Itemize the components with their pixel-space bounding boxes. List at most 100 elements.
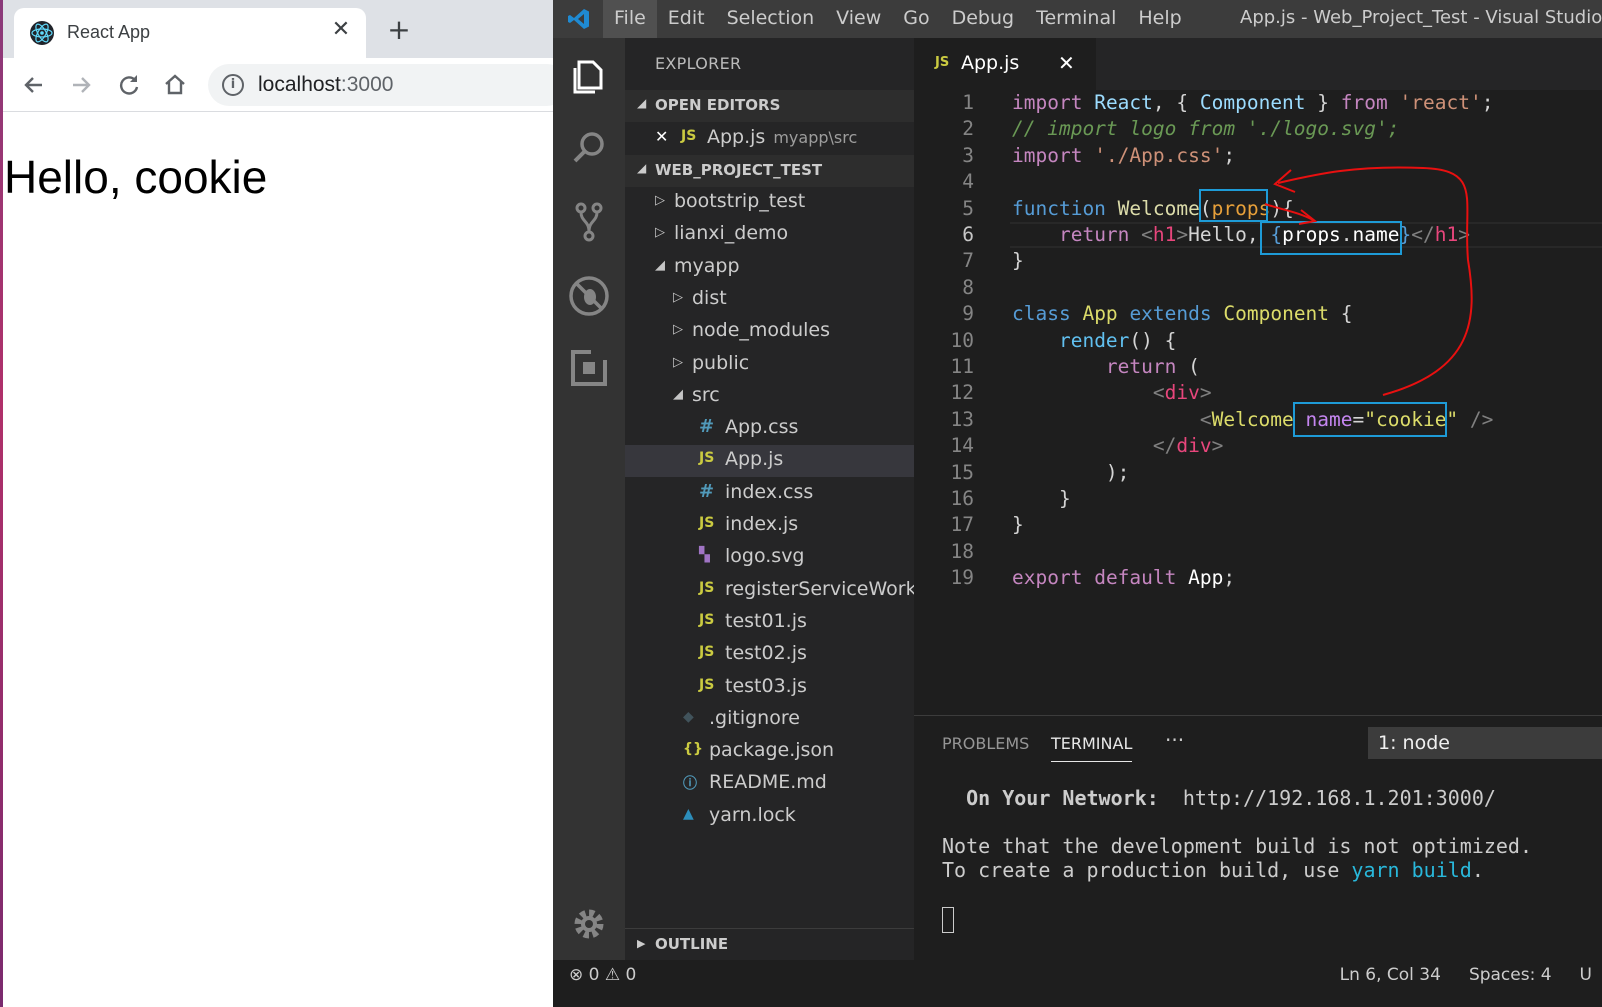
workspace-section[interactable]: ◢ WEB_PROJECT_TEST (625, 155, 914, 187)
line-number: 14 (950, 434, 974, 458)
file--gitignore[interactable]: ◆ .gitignore (625, 704, 914, 736)
code-line-12: <div> (1152, 381, 1212, 405)
explorer-files-icon[interactable] (565, 52, 613, 100)
bottom-panel: PROBLEMS TERMINAL ··· 1: node On Your Ne… (914, 715, 1602, 960)
site-info-icon[interactable]: i (222, 74, 244, 96)
folder-src[interactable]: ◢ src (625, 381, 914, 413)
folder-dist[interactable]: ▷ dist (625, 284, 914, 316)
menu-file[interactable]: File (603, 0, 657, 38)
code-line-9: class App extends Component { (1012, 302, 1353, 326)
folder-closed-icon: ▷ (673, 322, 683, 338)
tab-terminal[interactable]: TERMINAL (1051, 734, 1133, 762)
menu-edit[interactable]: Edit (657, 0, 716, 38)
folder-closed-icon: ▷ (673, 354, 683, 370)
js-file-icon: JS (699, 676, 715, 693)
search-icon[interactable] (565, 124, 613, 172)
line-number: 1 (962, 91, 974, 114)
js-file-icon: JS (699, 579, 715, 596)
explorer-sidebar: EXPLORER ◢ OPEN EDITORS ✕ JS App.js myapp… (625, 38, 914, 960)
menu-help[interactable]: Help (1127, 0, 1192, 38)
collapse-triangle-icon: ◢ (637, 96, 647, 110)
open-editors-section[interactable]: ◢ OPEN EDITORS (625, 90, 914, 122)
js-file-icon: JS (935, 55, 950, 70)
browser-window: React App ✕ + i localhost:3000 Hello, co… (0, 0, 568, 1007)
file-app-js[interactable]: JS App.js (625, 445, 914, 478)
home-icon[interactable] (159, 69, 191, 101)
outline-section[interactable]: ▶ OUTLINE (625, 928, 914, 960)
folder-closed-icon: ▷ (655, 225, 665, 241)
encoding-status[interactable]: U (1580, 965, 1592, 985)
settings-gear-icon[interactable] (565, 900, 613, 948)
line-number: 19 (950, 566, 974, 590)
folder-closed-icon: ▷ (673, 289, 683, 305)
terminal-output[interactable]: On Your Network: http://192.168.1.201:30… (942, 786, 1532, 933)
code-line-10: render() { (1058, 328, 1177, 352)
file-index-css[interactable]: # index.css (625, 478, 914, 510)
forward-arrow-icon[interactable] (65, 69, 97, 101)
indentation-status[interactable]: Spaces: 4 (1469, 965, 1552, 985)
more-actions-icon[interactable]: ··· (1165, 728, 1184, 752)
editor-tab-appjs[interactable]: JS App.js ✕ (914, 38, 1096, 90)
file-test02-js[interactable]: JS test02.js (625, 639, 914, 671)
close-editor-icon[interactable]: ✕ (655, 127, 668, 146)
tab-problems[interactable]: PROBLEMS (942, 734, 1029, 753)
terminal-cursor (942, 906, 954, 933)
address-bar[interactable]: i localhost:3000 (208, 64, 568, 106)
code-line-15: ); (1012, 460, 1130, 484)
reload-icon[interactable] (112, 69, 144, 101)
code-editor[interactable]: JS App.js ✕ 1 2 3 4 5 6 7 8 9 10 11 12 13 14 15 16 17 18 1… (914, 38, 1602, 715)
problems-status[interactable]: ⊗ 0 ⚠ 0 (569, 965, 636, 985)
line-number: 11 (950, 355, 974, 378)
yarn-file-icon: ▲ (683, 805, 694, 822)
js-file-icon: JS (681, 128, 697, 144)
line-number: 6 (962, 223, 974, 246)
menu-terminal[interactable]: Terminal (1025, 0, 1127, 38)
debug-icon[interactable] (565, 272, 613, 320)
menu-view[interactable]: View (825, 0, 892, 38)
folder-public[interactable]: ▷ public (625, 349, 914, 381)
code-area[interactable]: 1 2 3 4 5 6 7 8 9 10 11 12 13 14 15 16 17 18 19 import Rea… (914, 90, 1602, 715)
folder-node-modules[interactable]: ▷ node_modules (625, 316, 914, 348)
folder-bootstrip-test[interactable]: ▷ bootstrip_test (625, 187, 914, 219)
menu-selection[interactable]: Selection (716, 0, 826, 38)
browser-toolbar: i localhost:3000 (0, 58, 568, 112)
status-bar: ⊗ 0 ⚠ 0 Ln 6, Col 34 Spaces: 4 U (553, 960, 1602, 1007)
menu-debug[interactable]: Debug (941, 0, 1025, 38)
browser-tab[interactable]: React App ✕ (14, 8, 366, 58)
folder-open-icon: ◢ (673, 386, 683, 402)
code-line-13: <Welcome name="cookie" /> (1199, 407, 1494, 431)
extensions-icon[interactable] (565, 344, 613, 392)
file-test01-js[interactable]: JS test01.js (625, 607, 914, 639)
back-arrow-icon[interactable] (18, 69, 50, 101)
cursor-position[interactable]: Ln 6, Col 34 (1340, 965, 1441, 985)
open-editor-item[interactable]: ✕ JS App.js myapp\src (625, 123, 914, 155)
line-number: 10 (950, 328, 974, 352)
line-number: 7 (962, 249, 974, 273)
folder-lianxi-demo[interactable]: ▷ lianxi_demo (625, 219, 914, 251)
md-file-icon: ⓘ (683, 776, 697, 793)
js-file-icon: JS (699, 515, 715, 531)
vscode-window: File Edit Selection View Go Debug Terminal Help… (553, 0, 1602, 1007)
file-logo-svg[interactable]: ▚ logo.svg (625, 542, 914, 574)
warning-icon: ⚠ (604, 965, 621, 985)
file-readme-md[interactable]: ⓘ README.md (625, 768, 914, 800)
line-number: 8 (962, 275, 974, 299)
file-index-js[interactable]: JS index.js (625, 510, 914, 542)
file-registerserviceworker-js[interactable]: JSregisterServiceWorker.js (625, 575, 914, 607)
tab-close-icon[interactable]: ✕ (328, 17, 354, 43)
code-line-3: import './App.css'; (1012, 143, 1236, 167)
menu-go[interactable]: Go (892, 0, 940, 38)
folder-myapp[interactable]: ◢ myapp (625, 252, 914, 284)
new-tab-button[interactable]: + (384, 15, 414, 45)
window-edge (0, 0, 3, 1007)
vscode-logo-icon (567, 7, 591, 31)
source-control-icon[interactable] (565, 198, 613, 246)
file-app-css[interactable]: # App.css (625, 413, 914, 445)
file-test03-js[interactable]: JS test03.js (625, 672, 914, 704)
line-number: 15 (950, 460, 974, 484)
file-yarn-lock[interactable]: ▲ yarn.lock (625, 801, 914, 833)
close-tab-icon[interactable]: ✕ (1058, 51, 1075, 75)
terminal-select[interactable]: 1: node (1368, 727, 1602, 759)
activity-bar (553, 38, 625, 960)
file-package-json[interactable]: {} package.json (625, 736, 914, 768)
